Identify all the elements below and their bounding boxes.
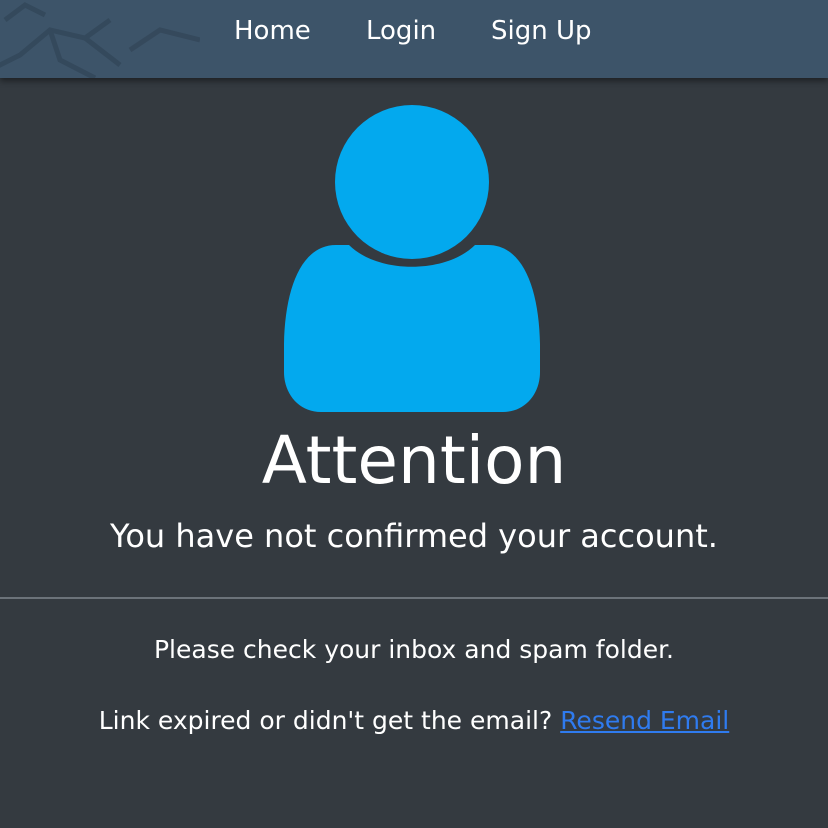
user-icon	[284, 105, 540, 412]
resend-email-link[interactable]: Resend Email	[560, 706, 729, 735]
nav-home-link[interactable]: Home	[234, 16, 311, 46]
top-navbar: Home Login Sign Up	[0, 0, 828, 78]
inbox-note: Please check your inbox and spam folder.	[153, 635, 675, 664]
resend-prompt-text: Link expired or didn't get the email?	[98, 706, 553, 735]
nav-login-link[interactable]: Login	[366, 16, 436, 46]
page-subtitle: You have not confirmed your account.	[110, 517, 718, 555]
page-title: Attention	[261, 422, 567, 499]
navbar-background-pattern	[0, 2, 200, 78]
nav-signup-link[interactable]: Sign Up	[491, 16, 592, 46]
resend-prompt-line: Link expired or didn't get the email? Re…	[0, 703, 828, 739]
divider	[0, 597, 828, 599]
